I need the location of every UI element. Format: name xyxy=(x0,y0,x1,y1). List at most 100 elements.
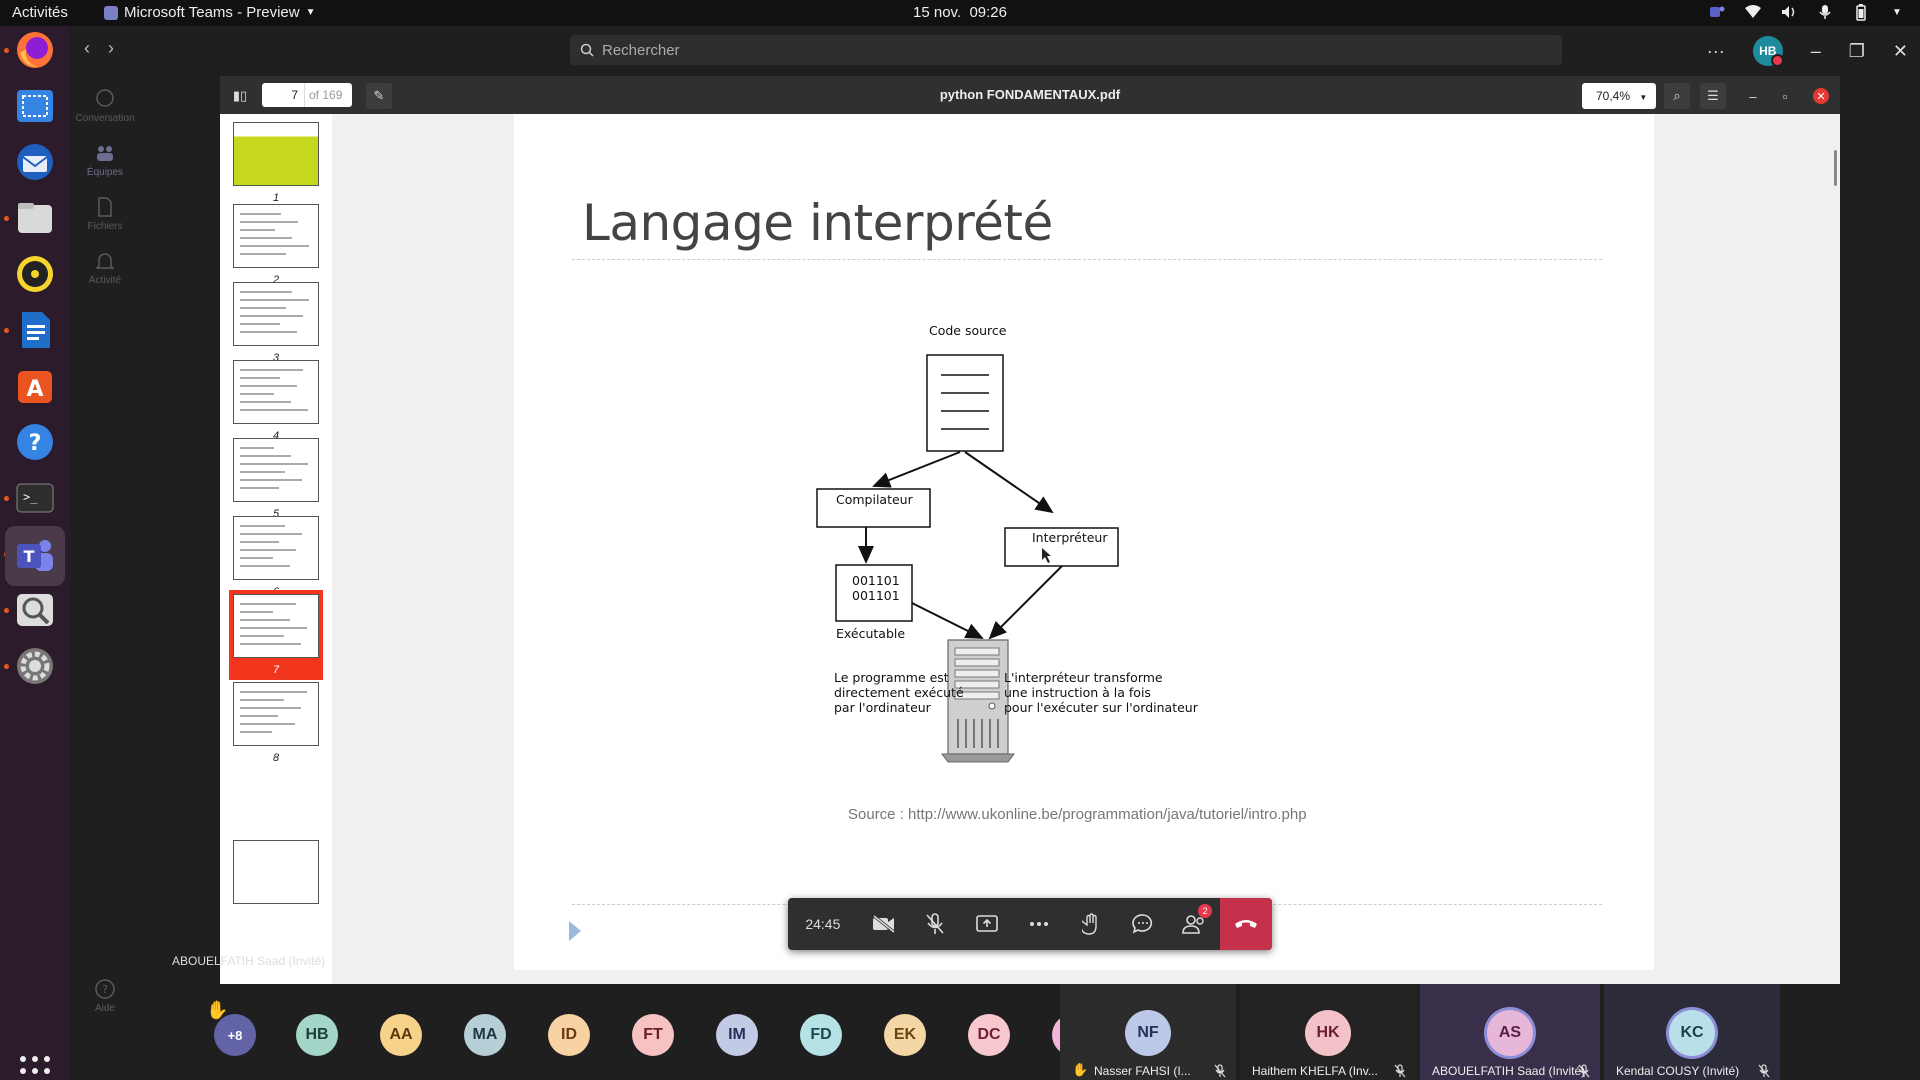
more-actions-button[interactable] xyxy=(1013,898,1065,950)
thumbnail-line xyxy=(240,213,281,215)
thumbnail-line xyxy=(240,691,307,693)
maximize-icon[interactable]: ❐ xyxy=(1849,41,1865,62)
settings-icon[interactable] xyxy=(11,642,59,690)
participant-avatar: HK xyxy=(1305,1010,1351,1056)
page-thumbnail[interactable] xyxy=(229,840,323,904)
microphone-icon[interactable] xyxy=(1816,3,1834,21)
restore-icon[interactable]: ▫ xyxy=(1772,83,1798,109)
participant-tile[interactable]: AS ABOUELFATIH Saad (Invité) xyxy=(1420,984,1600,1080)
rail-item-label: Conversation xyxy=(75,113,135,124)
rail-item-help[interactable]: ? Aide xyxy=(70,978,140,1014)
files-icon[interactable] xyxy=(11,194,59,242)
software-center-icon[interactable]: A xyxy=(11,362,59,410)
bell-icon xyxy=(95,253,115,269)
executable-label: Exécutable xyxy=(836,626,905,641)
participant-avatar[interactable]: AA xyxy=(380,1014,422,1056)
pdf-toolbar: ▮▯ 7 of 169 ✎ python FONDAMENTAUX.pdf 70… xyxy=(220,76,1840,114)
participant-tile[interactable]: KC Kendal COUSY (Invité) xyxy=(1604,984,1780,1080)
caption-line: Le programme est xyxy=(834,670,949,685)
slide-play-arrow-icon xyxy=(569,921,581,941)
thunderbird-icon[interactable] xyxy=(11,138,59,186)
teams-tray-icon[interactable] xyxy=(1708,3,1726,21)
system-menu-caret-icon[interactable]: ▼ xyxy=(1888,3,1906,21)
camera-off-button[interactable] xyxy=(858,898,910,950)
raise-hand-button[interactable] xyxy=(1065,898,1117,950)
participant-avatar[interactable]: MA xyxy=(464,1014,506,1056)
participant-avatar[interactable]: FT xyxy=(632,1014,674,1056)
hang-up-button[interactable] xyxy=(1220,898,1272,950)
battery-icon[interactable] xyxy=(1852,3,1870,21)
rail-item-teams[interactable]: Équipes xyxy=(70,142,140,178)
page-thumbnail[interactable]: 8 xyxy=(229,682,323,764)
page-thumbnail[interactable]: 6 xyxy=(229,516,323,598)
terminal-icon[interactable]: >_ xyxy=(11,474,59,522)
rail-item-conversation[interactable]: Conversation xyxy=(70,88,140,124)
help-icon[interactable]: ? xyxy=(11,418,59,466)
close-icon[interactable]: ✕ xyxy=(1813,88,1829,104)
scrollbar-thumb[interactable] xyxy=(1834,150,1837,186)
find-search-icon[interactable]: ⌕ xyxy=(1664,83,1690,109)
show-applications-icon[interactable] xyxy=(20,1056,50,1080)
participant-avatar[interactable]: EK xyxy=(884,1014,926,1056)
back-arrow-icon[interactable]: ‹ xyxy=(84,38,90,59)
close-window-icon[interactable]: ✕ xyxy=(1893,41,1908,62)
participant-avatar[interactable]: FD xyxy=(800,1014,842,1056)
page-number-input[interactable]: 7 xyxy=(262,83,304,107)
page-thumbnail[interactable]: 4 xyxy=(229,360,323,442)
more-dots-icon xyxy=(1029,922,1048,926)
activities-button[interactable]: Activités xyxy=(12,4,68,21)
participants-button[interactable]: 2 xyxy=(1168,898,1220,950)
wifi-icon[interactable] xyxy=(1744,3,1762,21)
chat-button[interactable] xyxy=(1117,898,1169,950)
more-options-icon[interactable]: ··· xyxy=(1707,41,1725,62)
participant-tile[interactable]: HK Haithem KHELFA (Inv... xyxy=(1240,984,1416,1080)
thumbnail-line xyxy=(240,299,309,301)
screenshot-icon[interactable] xyxy=(11,82,59,130)
share-screen-button[interactable] xyxy=(961,898,1013,950)
image-viewer-icon[interactable] xyxy=(11,586,59,634)
interpreteur-label: Interpréteur xyxy=(1032,530,1108,545)
page-thumbnail[interactable]: 1 xyxy=(229,122,323,204)
minimize-icon[interactable]: – xyxy=(1740,83,1766,109)
rhythmbox-icon[interactable] xyxy=(11,250,59,298)
teams-icon[interactable]: T xyxy=(5,526,65,586)
thumbnail-line xyxy=(240,331,297,333)
clock-time[interactable]: 09:26 xyxy=(969,4,1007,21)
zoom-select[interactable]: 70,4% ▼ xyxy=(1582,83,1656,109)
thumbnail-line xyxy=(240,229,275,231)
search-input[interactable]: Rechercher xyxy=(570,35,1562,65)
thumbnail-preview xyxy=(233,840,319,904)
participant-avatar[interactable]: DC xyxy=(968,1014,1010,1056)
hamburger-menu-icon[interactable]: ☰ xyxy=(1700,83,1726,109)
phone-hangup-icon xyxy=(1235,920,1258,928)
firefox-icon[interactable] xyxy=(11,26,59,74)
rail-item-activity[interactable]: Activité xyxy=(70,250,140,286)
thumbnail-line xyxy=(240,369,303,371)
participant-tile[interactable]: NF Nasser FAHSI (I... ✋ xyxy=(1060,984,1236,1080)
volume-icon[interactable] xyxy=(1780,3,1798,21)
participant-avatar[interactable]: HB xyxy=(296,1014,338,1056)
page-thumbnail[interactable]: 2 xyxy=(229,204,323,286)
minimize-icon[interactable]: – xyxy=(1811,41,1821,62)
rail-item-files[interactable]: Fichiers xyxy=(70,196,140,232)
participant-avatar[interactable]: IM xyxy=(716,1014,758,1056)
thumbnail-line xyxy=(240,463,308,465)
page-thumbnail[interactable]: 3 xyxy=(229,282,323,364)
thumbnail-line xyxy=(240,643,301,645)
participant-avatar[interactable]: ID xyxy=(548,1014,590,1056)
app-menu[interactable]: Microsoft Teams - Preview ▼ xyxy=(104,4,316,21)
clock-date[interactable]: 15 nov. xyxy=(913,4,961,21)
shared-screen: ▮▯ 7 of 169 ✎ python FONDAMENTAUX.pdf 70… xyxy=(172,76,1840,984)
page-thumbnail[interactable]: 7 xyxy=(229,590,323,680)
annotate-pencil-icon[interactable]: ✎ xyxy=(366,83,392,109)
page-thumbnail[interactable]: 5 xyxy=(229,438,323,520)
mute-button[interactable] xyxy=(910,898,962,950)
chat-icon xyxy=(96,89,114,107)
rail-item-label: Équipes xyxy=(86,167,124,178)
overflow-participants[interactable]: +8 xyxy=(214,1014,256,1056)
forward-arrow-icon[interactable]: › xyxy=(108,38,114,59)
libreoffice-writer-icon[interactable] xyxy=(11,306,59,354)
participant-gallery: ✋ +8 HBAAMAIDFTIMFDEKDCMDFLNFNasser FAHS… xyxy=(140,984,1920,1080)
user-avatar[interactable]: HB xyxy=(1752,36,1784,67)
sidebar-toggle-icon[interactable]: ▮▯ xyxy=(227,83,253,109)
